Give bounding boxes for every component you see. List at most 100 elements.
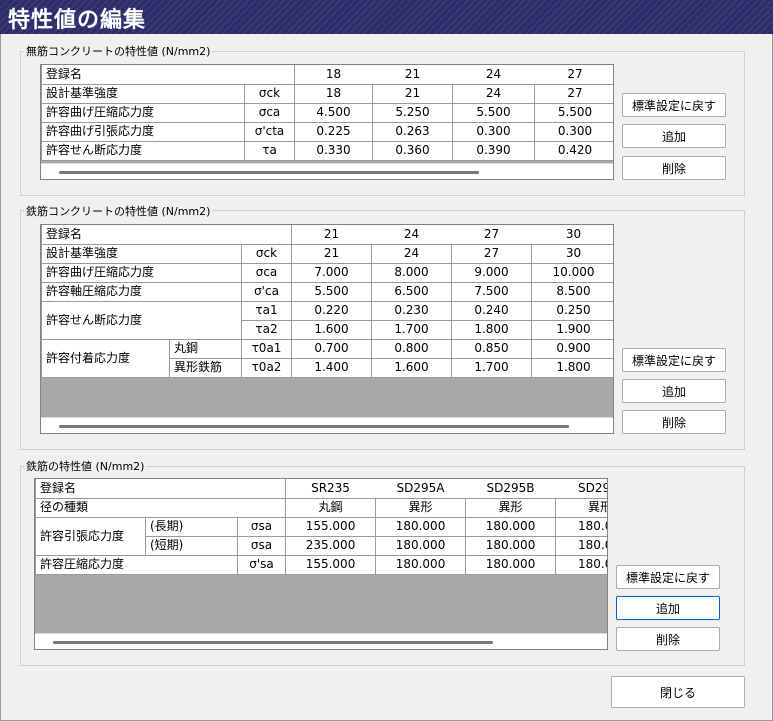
col-header[interactable]: SD295B [465,479,556,499]
row-symbol: τa1 [240,300,293,321]
cell[interactable]: 0.263 [372,121,454,142]
cell[interactable]: 180.000 [465,554,557,575]
cell[interactable]: 5.250 [372,102,454,123]
cell[interactable]: 5.500 [452,102,536,123]
col-header[interactable]: SD295A [375,479,466,499]
rc-reset-button[interactable]: 標準設定に戻す [622,348,726,372]
cell[interactable]: 180.000 [375,535,467,556]
horizontal-scrollbar[interactable] [41,417,613,433]
rc-grid[interactable]: 登録名 21 24 27 30 設計基準強度 σck 21 24 27 30 許… [40,224,614,434]
plain-add-button[interactable]: 追加 [622,124,726,148]
table-header-row: 登録名 18 21 24 27 [41,65,613,85]
table-row: 許容引張応力度 (長期) σsa 155.000 180.000 180.000… [35,516,607,556]
cell[interactable]: 4.500 [294,102,374,123]
cell[interactable]: 丸鋼 [285,497,377,518]
cell[interactable]: 8.500 [531,281,613,302]
close-button[interactable]: 閉じる [611,676,745,708]
col-header[interactable]: 21 [291,225,372,245]
cell[interactable]: 1.800 [451,319,533,340]
col-header[interactable]: 27 [534,65,613,85]
cell[interactable]: 180.0 [555,554,607,575]
row-name: 許容圧縮応力度 [35,554,238,575]
rc-delete-button[interactable]: 削除 [622,410,726,434]
cell[interactable]: 0.225 [294,121,374,142]
rebar-delete-button[interactable]: 削除 [616,627,720,651]
col-header[interactable]: 27 [451,225,532,245]
cell[interactable]: 0.220 [291,300,373,321]
cell[interactable]: 30 [531,243,613,264]
col-header[interactable]: 24 [371,225,452,245]
scrollbar-thumb[interactable] [59,171,479,174]
cell[interactable]: 0.360 [372,140,454,161]
cell[interactable]: 1.700 [451,357,533,378]
cell[interactable]: 7.000 [291,262,373,283]
cell[interactable]: 1.700 [371,319,453,340]
cell[interactable]: 0.800 [371,338,453,359]
horizontal-scrollbar[interactable] [41,163,613,179]
cell[interactable]: 1.800 [531,357,613,378]
cell[interactable]: 0.240 [451,300,533,321]
cell[interactable]: 1.900 [531,319,613,340]
cell[interactable]: 180.000 [375,554,467,575]
cell[interactable]: 0.390 [452,140,536,161]
scrollbar-thumb[interactable] [53,641,493,644]
cell[interactable]: 異形 [555,497,607,518]
col-header[interactable]: SD29 [555,479,607,499]
cell[interactable]: 0.230 [371,300,453,321]
table-row: 許容圧縮応力度 σ'sa 155.000 180.000 180.000 180… [35,554,607,575]
rebar-table: 登録名 SR235 SD295A SD295B SD29 径の種類 丸鋼 異形 … [35,479,607,575]
cell[interactable]: 異形 [375,497,467,518]
col-header[interactable]: 18 [294,65,373,85]
rebar-grid[interactable]: 登録名 SR235 SD295A SD295B SD29 径の種類 丸鋼 異形 … [34,478,608,650]
cell[interactable]: 155.000 [285,554,377,575]
cell[interactable]: 18 [294,83,374,104]
cell[interactable]: 1.600 [291,319,373,340]
cell[interactable]: 異形 [465,497,557,518]
cell[interactable]: 27 [451,243,533,264]
cell[interactable]: 0.300 [452,121,536,142]
cell[interactable]: 180.000 [375,516,467,537]
cell[interactable]: 0.330 [294,140,374,161]
cell[interactable]: 180.0 [555,535,607,556]
cell[interactable]: 10.000 [531,262,613,283]
cell[interactable]: 7.500 [451,281,533,302]
cell[interactable]: 235.000 [285,535,377,556]
col-header[interactable]: 30 [531,225,613,245]
plain-delete-button[interactable]: 削除 [622,156,726,180]
cell[interactable]: 5.500 [534,102,613,123]
row-name: 許容曲げ圧縮応力度 [41,102,245,123]
rebar-reset-button[interactable]: 標準設定に戻す [616,565,720,589]
cell[interactable]: 21 [372,83,454,104]
rc-add-button[interactable]: 追加 [622,379,726,403]
row-name: 許容軸圧縮応力度 [41,281,242,302]
plain-concrete-grid[interactable]: 登録名 18 21 24 27 設計基準強度 σck 18 21 24 27 許… [40,64,614,180]
plain-reset-button[interactable]: 標準設定に戻す [622,93,726,117]
cell[interactable]: 5.500 [291,281,373,302]
cell[interactable]: 155.000 [285,516,377,537]
cell[interactable]: 1.400 [291,357,373,378]
cell[interactable]: 180.000 [465,516,557,537]
cell[interactable]: 8.000 [371,262,453,283]
col-header[interactable]: SR235 [285,479,376,499]
col-header[interactable]: 24 [452,65,535,85]
row-name: 許容せん断応力度 [41,140,245,161]
rebar-add-button[interactable]: 追加 [616,596,720,620]
cell[interactable]: 0.300 [534,121,613,142]
scrollbar-thumb[interactable] [59,425,569,428]
cell[interactable]: 0.420 [534,140,613,161]
cell[interactable]: 24 [452,83,536,104]
cell[interactable]: 9.000 [451,262,533,283]
cell[interactable]: 6.500 [371,281,453,302]
cell[interactable]: 24 [371,243,453,264]
cell[interactable]: 180.000 [465,535,557,556]
cell[interactable]: 1.600 [371,357,453,378]
cell[interactable]: 0.250 [531,300,613,321]
cell[interactable]: 27 [534,83,613,104]
cell[interactable]: 180.0 [555,516,607,537]
cell[interactable]: 0.900 [531,338,613,359]
horizontal-scrollbar[interactable] [35,633,607,649]
cell[interactable]: 0.850 [451,338,533,359]
cell[interactable]: 21 [291,243,373,264]
col-header[interactable]: 21 [372,65,453,85]
cell[interactable]: 0.700 [291,338,373,359]
